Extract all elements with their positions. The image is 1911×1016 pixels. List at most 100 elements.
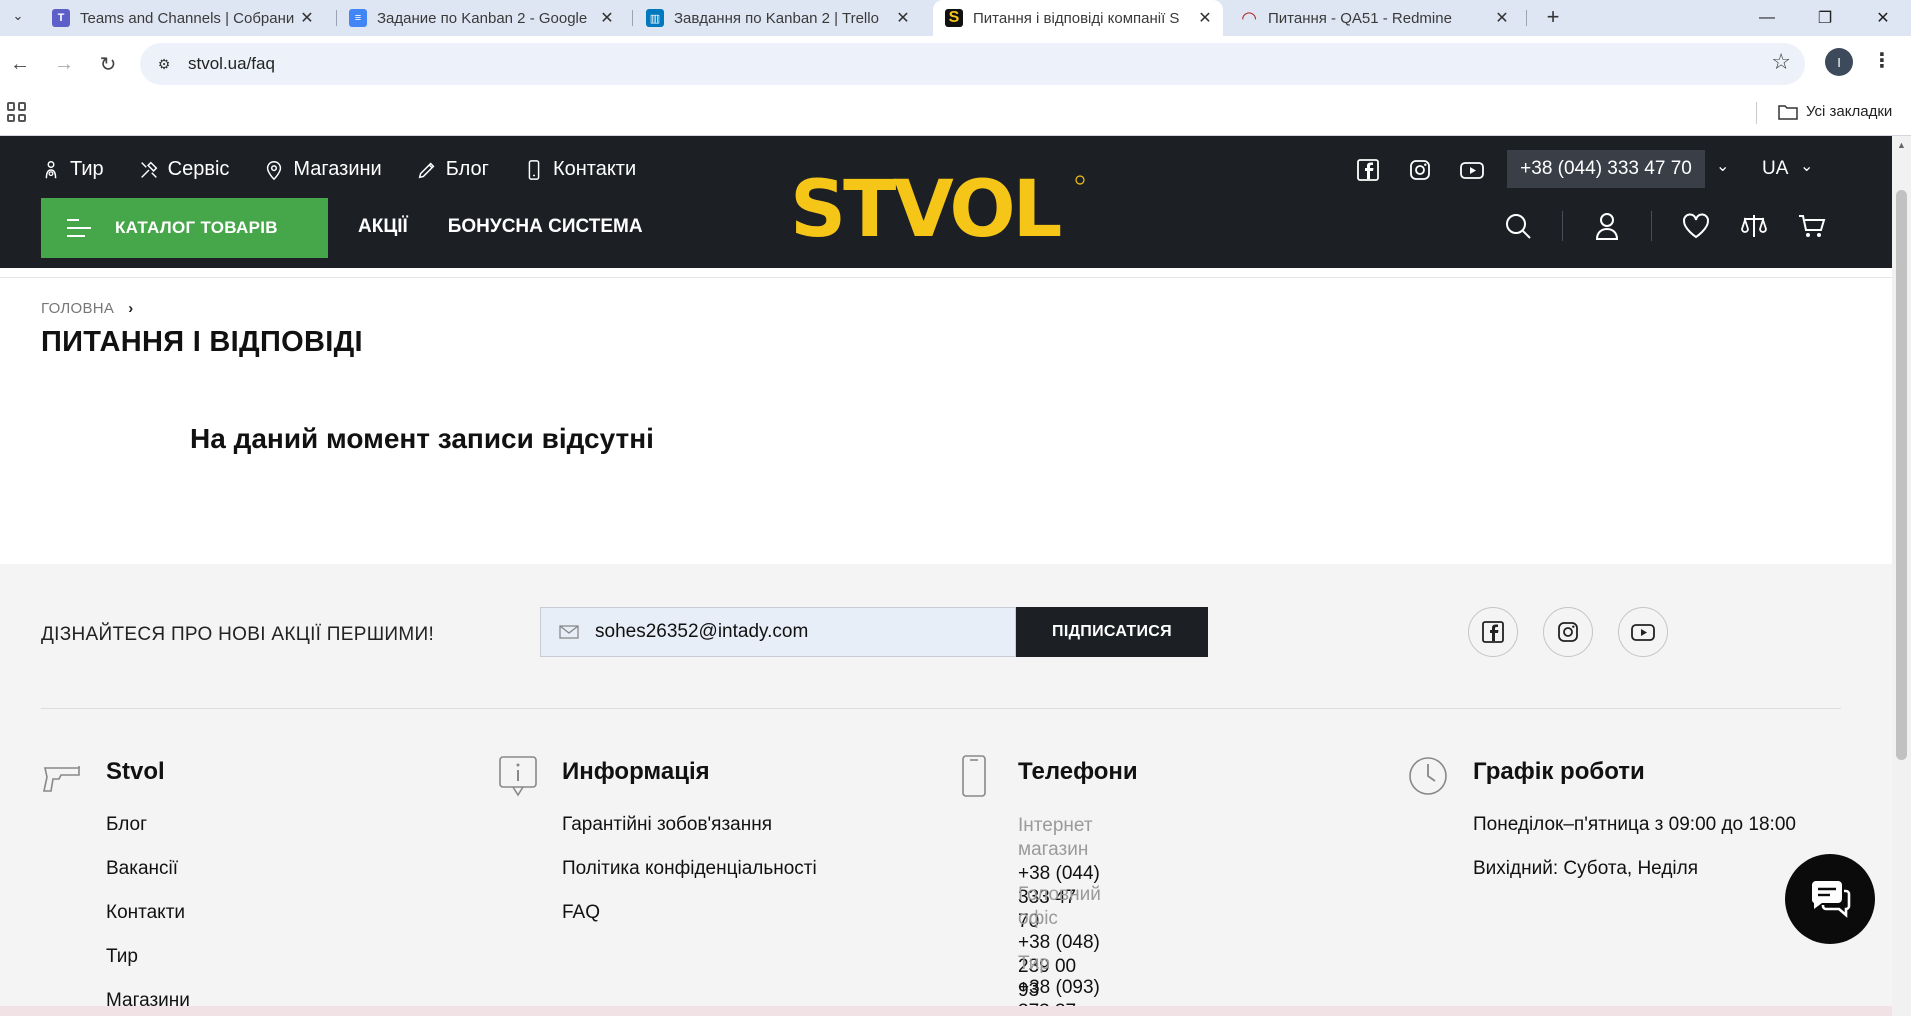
youtube-icon[interactable] [1456, 154, 1488, 186]
forward-icon[interactable]: → [46, 46, 82, 82]
browser-menu-icon[interactable]: ⋮ [1872, 48, 1892, 73]
address-bar[interactable]: ⚙ stvol.ua/faq ☆ [140, 43, 1805, 85]
secondary-nav: АКЦІЇ БОНУСНА СИСТЕМА [358, 216, 643, 238]
teams-favicon-icon: T [52, 9, 70, 27]
search-icon[interactable] [1500, 208, 1536, 244]
tab-strip: ⌄ T Teams and Channels | Собрани ✕ ≡ Зад… [0, 0, 1911, 36]
schedule-weekdays: Понеділок–п'ятница з 09:00 до 18:00 [1473, 814, 1796, 835]
menu-icon [67, 219, 91, 237]
subscribe-email-field[interactable]: sohes26352@intady.com [540, 607, 1016, 657]
instagram-icon[interactable] [1543, 607, 1593, 657]
browser-tab[interactable]: ≡ Задание по Kanban 2 - Google ✕ [337, 0, 625, 36]
trello-favicon-icon: ▥ [646, 9, 664, 27]
nav-item-tyr[interactable]: Тир [40, 158, 104, 181]
footer-link-tyr[interactable]: Тир [106, 946, 138, 967]
page-scrollbar[interactable]: ▲ [1892, 136, 1911, 1016]
site-header: Тир Сервіс Магазини Блог Контакти КАТАЛО… [0, 136, 1892, 268]
footer-link-privacy[interactable]: Політика конфіденціальності [562, 858, 817, 879]
subscribe-button[interactable]: ПІДПИСАТИСЯ [1016, 607, 1208, 657]
back-icon[interactable]: ← [2, 46, 38, 82]
breadcrumb: ГОЛОВНА › [41, 300, 134, 317]
user-icon[interactable] [1589, 208, 1625, 244]
chevron-down-icon[interactable]: ⌄ [1716, 156, 1729, 176]
close-icon[interactable]: ✕ [595, 8, 619, 28]
heart-icon[interactable] [1678, 208, 1714, 244]
chevron-down-icon[interactable]: ⌄ [1800, 156, 1813, 176]
mobile-phone-icon [962, 755, 986, 797]
top-nav: Тир Сервіс Магазини Блог Контакти [40, 158, 636, 181]
tools-icon [140, 161, 158, 178]
browser-tab[interactable]: ◠ Питання - QA51 - Redmine ✕ [1228, 0, 1520, 36]
restore-icon[interactable]: ❐ [1800, 0, 1850, 36]
reload-icon[interactable]: ↻ [90, 46, 126, 82]
target-person-icon [45, 160, 57, 178]
close-icon[interactable]: ✕ [891, 8, 915, 28]
nav-item-contacts[interactable]: Контакти [523, 158, 636, 181]
header-phone[interactable]: +38 (044) 333 47 70 [1507, 150, 1705, 188]
breadcrumb-home[interactable]: ГОЛОВНА [41, 300, 114, 317]
mail-icon [559, 625, 579, 639]
facebook-icon[interactable] [1352, 154, 1384, 186]
svg-text:STVOL: STVOL [790, 166, 1061, 250]
close-icon[interactable]: ✕ [1490, 8, 1514, 28]
footer-column-title: Телефони [1018, 758, 1138, 785]
browser-tab[interactable]: T Teams and Channels | Собрани ✕ [40, 0, 325, 36]
nav-item-promotions[interactable]: АКЦІЇ [358, 216, 408, 238]
window-close-icon[interactable]: ✕ [1858, 0, 1908, 36]
google-docs-favicon-icon: ≡ [349, 9, 367, 27]
chevron-right-icon: › [128, 300, 134, 317]
pistol-icon [43, 766, 80, 792]
tab-search-dropdown-icon[interactable]: ⌄ [6, 4, 30, 28]
browser-toolbar: ← → ↻ ⚙ stvol.ua/faq ☆ I ⋮ [0, 36, 1911, 92]
cart-icon[interactable] [1794, 208, 1830, 244]
footer-link-contacts[interactable]: Контакти [106, 902, 185, 923]
profile-avatar[interactable]: I [1825, 48, 1853, 76]
footer-link-blog[interactable]: Блог [106, 814, 147, 835]
map-pin-icon [267, 160, 282, 180]
footer-column-title: Графік роботи [1473, 758, 1645, 785]
apps-grid-icon[interactable] [7, 102, 27, 122]
nav-item-shops[interactable]: Магазини [263, 158, 382, 181]
phone-group: Головний офіс +38 (048) 239 00 93 [1018, 884, 1101, 1001]
footer-column-title: Stvol [106, 758, 165, 785]
bookmark-star-icon[interactable]: ☆ [1771, 49, 1791, 75]
chat-bubble-icon [1811, 881, 1851, 918]
browser-tab[interactable]: ▥ Завдання по Kanban 2 | Trello ✕ [634, 0, 921, 36]
nav-item-bonus-system[interactable]: БОНУСНА СИСТЕМА [448, 216, 643, 238]
header-socials [1352, 154, 1488, 186]
subscribe-title: ДІЗНАЙТЕСЯ ПРО НОВІ АКЦІЇ ПЕРШИМИ! [41, 624, 435, 645]
header-tools [1500, 208, 1830, 244]
catalog-button[interactable]: КАТАЛОГ ТОВАРІВ [41, 198, 328, 258]
empty-state-message: На даний момент записи відсутні [190, 423, 654, 454]
url-text[interactable]: stvol.ua/faq [188, 54, 275, 74]
site-footer: ДІЗНАЙТЕСЯ ПРО НОВІ АКЦІЇ ПЕРШИМИ! sohes… [0, 564, 1892, 1016]
clock-icon [1409, 757, 1447, 795]
stvol-favicon-icon: S [945, 9, 963, 27]
pen-icon [418, 162, 435, 178]
language-selector[interactable]: UA [1762, 158, 1788, 180]
scroll-thumb[interactable] [1896, 190, 1907, 760]
info-icon [499, 756, 537, 797]
youtube-icon[interactable] [1618, 607, 1668, 657]
new-tab-icon[interactable]: + [1538, 2, 1568, 32]
scroll-up-icon[interactable]: ▲ [1897, 140, 1906, 150]
stvol-logo[interactable]: STVOL [790, 166, 1090, 250]
phone-icon [528, 159, 540, 180]
phone-group: Інтернет магазин +38 (044) 333 47 70 [1018, 815, 1100, 932]
browser-tab-active[interactable]: S Питання і відповіді компанії S ✕ [933, 0, 1223, 36]
site-settings-icon[interactable]: ⚙ [152, 52, 176, 76]
close-icon[interactable]: ✕ [1193, 8, 1217, 28]
footer-link-faq[interactable]: FAQ [562, 902, 600, 923]
chat-button[interactable] [1785, 854, 1875, 944]
close-icon[interactable]: ✕ [295, 8, 319, 28]
facebook-icon[interactable] [1468, 607, 1518, 657]
footer-link-warranty[interactable]: Гарантійні зобов'язання [562, 814, 772, 835]
footer-link-vacancies[interactable]: Вакансії [106, 858, 178, 879]
all-bookmarks-button[interactable]: Усі закладки [1778, 103, 1892, 120]
nav-item-blog[interactable]: Блог [416, 158, 489, 181]
compare-scales-icon[interactable] [1736, 208, 1772, 244]
minimize-icon[interactable]: — [1742, 0, 1792, 36]
instagram-icon[interactable] [1404, 154, 1436, 186]
page-viewport: Тир Сервіс Магазини Блог Контакти КАТАЛО… [0, 136, 1892, 1016]
nav-item-service[interactable]: Сервіс [138, 158, 229, 181]
